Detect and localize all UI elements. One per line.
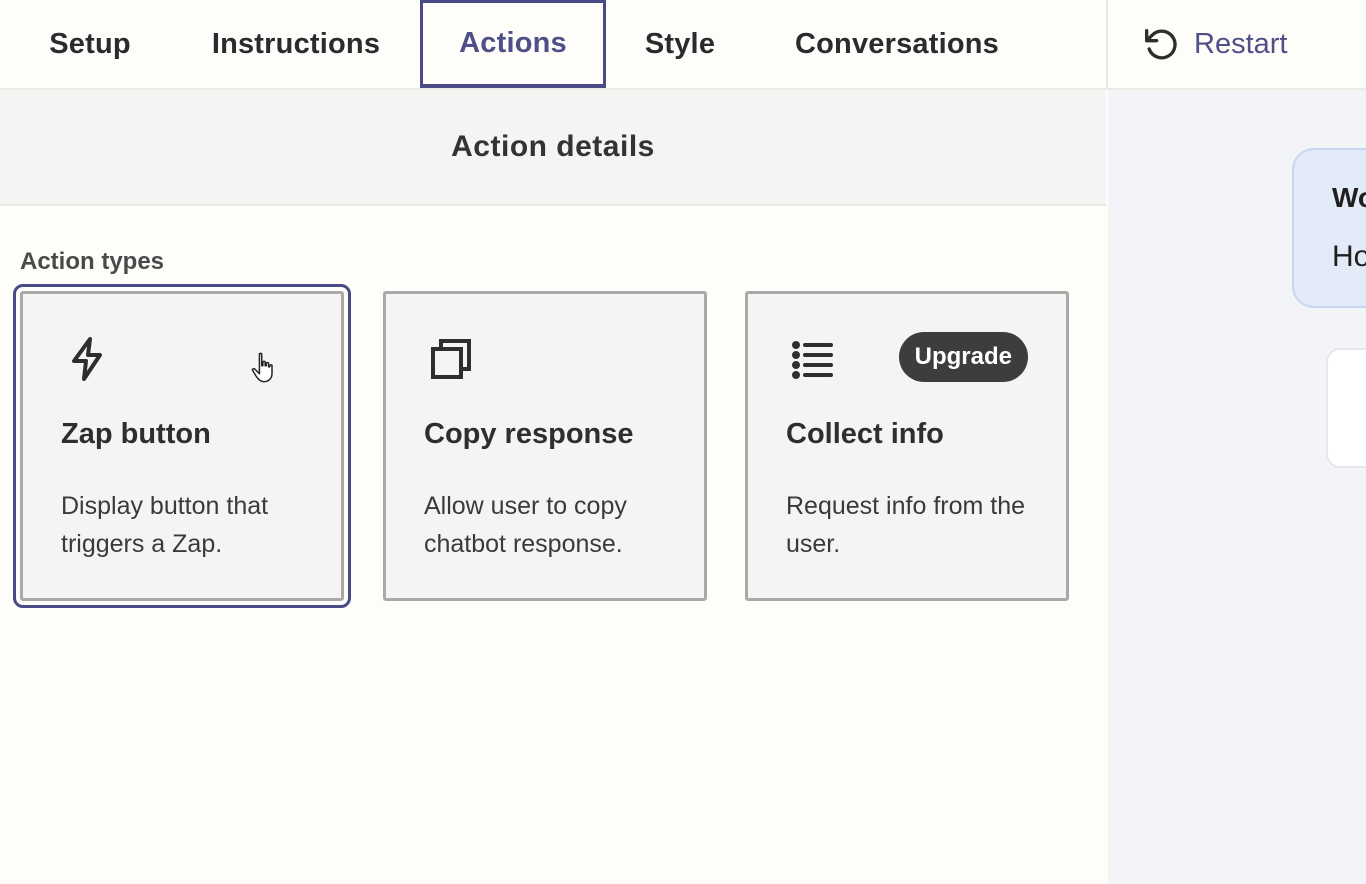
top-tab-bar: Setup Instructions Actions Style Convers… — [0, 0, 1366, 90]
bubble-title: Wo — [1332, 182, 1366, 213]
hand-pointer-cursor-icon — [251, 352, 273, 383]
tab-setup[interactable]: Setup — [20, 0, 160, 88]
lightning-bolt-icon — [63, 334, 113, 384]
card-title: Collect info — [786, 418, 944, 450]
card-description: Request info from the user. — [786, 492, 1026, 558]
upgrade-badge[interactable]: Upgrade — [898, 332, 1028, 382]
rotate-ccw-icon — [1145, 29, 1177, 60]
app-window: Setup Instructions Actions Style Convers… — [0, 0, 1366, 884]
restart-button[interactable]: Restart — [1140, 0, 1287, 88]
tab-instructions[interactable]: Instructions — [190, 0, 402, 88]
chat-input-card[interactable] — [1326, 348, 1366, 468]
action-details-panel: Action details Action types Zap button D… — [0, 90, 1106, 884]
section-title: Action details — [0, 90, 1106, 206]
tab-conversations[interactable]: Conversations — [770, 0, 1024, 88]
card-description: Allow user to copy chatbot response. — [424, 492, 627, 558]
copy-icon — [426, 334, 476, 384]
action-card-copy-response[interactable]: Copy response Allow user to copy chatbot… — [383, 291, 707, 601]
chat-preview-panel: Wo Ho — [1108, 90, 1366, 884]
card-title: Copy response — [424, 418, 634, 450]
restart-label: Restart — [1194, 27, 1288, 60]
topbar-divider — [1106, 0, 1108, 88]
card-description: Display button that triggers a Zap. — [61, 492, 269, 558]
card-title: Zap button — [61, 418, 211, 450]
tab-style[interactable]: Style — [620, 0, 740, 88]
action-card-zap-button[interactable]: Zap button Display button that triggers … — [13, 284, 351, 608]
bubble-text: Ho — [1332, 240, 1366, 273]
chat-greeting-bubble: Wo Ho — [1292, 148, 1366, 308]
action-types-label: Action types — [20, 248, 165, 275]
list-icon — [788, 334, 838, 384]
action-card-collect-info[interactable]: Upgrade Collect info Request info from t… — [745, 291, 1069, 601]
tab-actions[interactable]: Actions — [420, 0, 606, 88]
